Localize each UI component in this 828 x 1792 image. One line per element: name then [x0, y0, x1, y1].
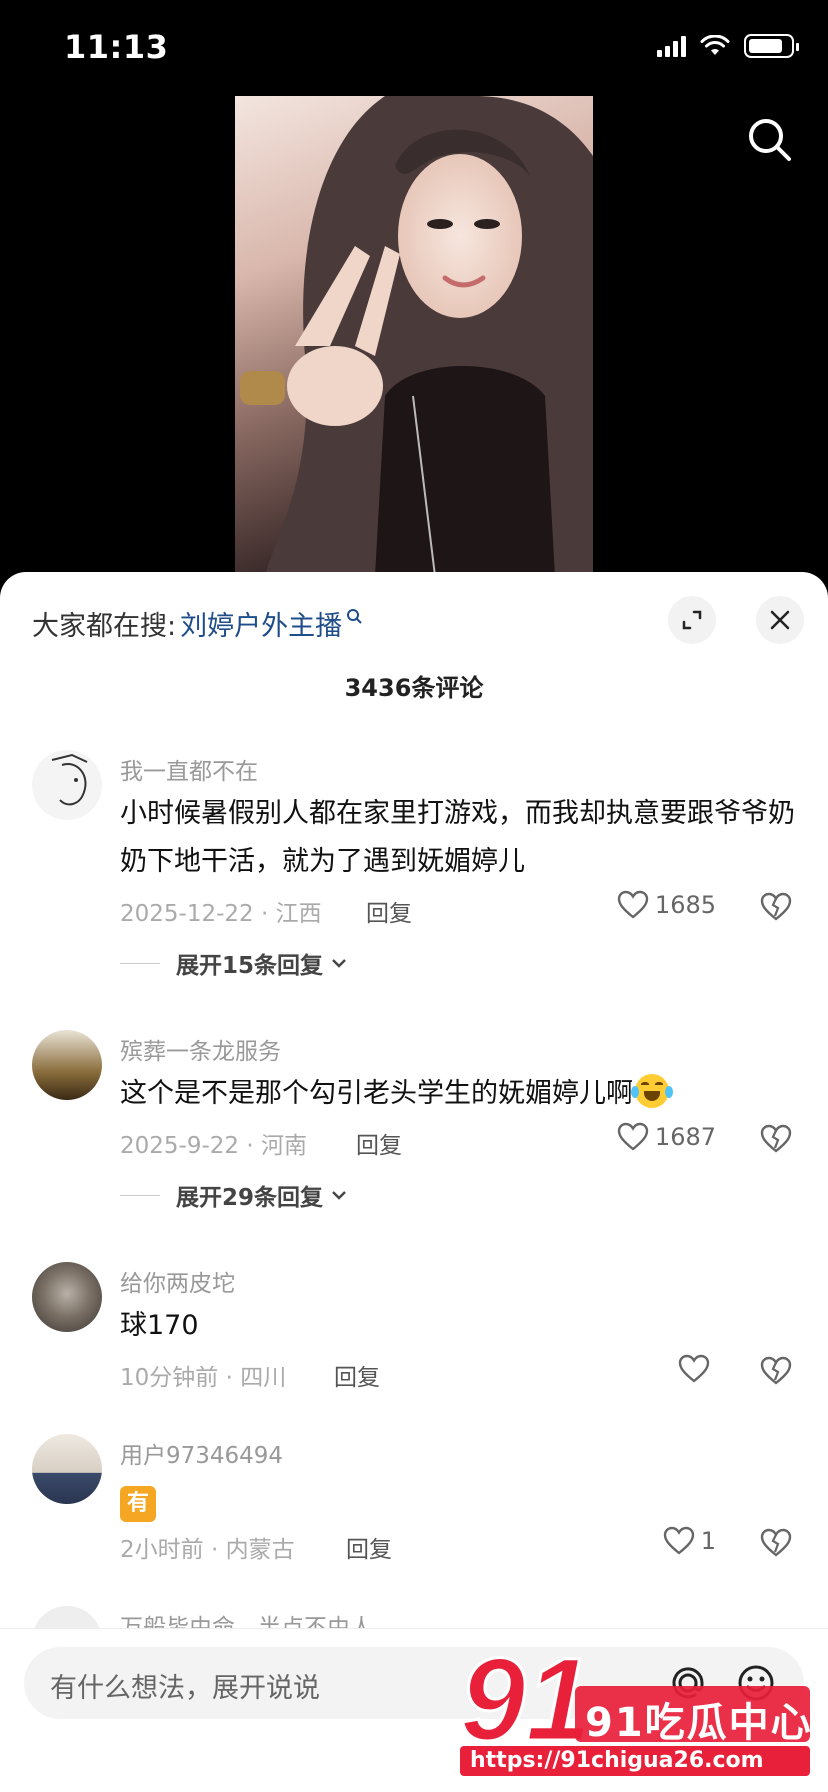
comment-input-placeholder: 有什么想法，展开说说 — [50, 1673, 320, 1704]
comment-meta: 2025-9-22 · 河南 — [120, 1133, 307, 1159]
chevron-down-icon — [332, 1191, 346, 1200]
heart-icon — [663, 1526, 694, 1555]
broken-heart-icon — [760, 1528, 792, 1557]
broken-heart-icon — [760, 1124, 792, 1153]
wifi-icon — [700, 35, 730, 55]
divider — [120, 962, 160, 964]
comment-text: 球170 — [120, 1310, 199, 1341]
at-icon[interactable] — [668, 1663, 708, 1703]
comment-meta: 2小时前 · 内蒙古 — [120, 1537, 295, 1563]
comment-username[interactable]: 用户97346494 — [120, 1436, 283, 1470]
divider — [120, 1194, 160, 1196]
comment-meta: 2025-12-22 · 江西 — [120, 901, 322, 927]
comment-item: 用户97346494 有 2小时前 · 内蒙古 回复 1 — [0, 1434, 828, 1564]
like-count: 1 — [700, 1527, 716, 1555]
like-button[interactable]: 1 — [663, 1526, 716, 1556]
expand-button[interactable] — [668, 596, 716, 644]
like-count: 1687 — [654, 1123, 716, 1151]
emoji-icon[interactable] — [736, 1663, 776, 1703]
comment-text-content: 这个是不是那个勾引老头学生的妩媚婷儿啊 — [120, 1078, 633, 1109]
portrait-image — [240, 96, 593, 576]
broken-heart-icon — [760, 1356, 792, 1385]
expand-icon — [682, 610, 702, 630]
expand-replies-label: 展开29条回复 — [176, 1185, 324, 1211]
expand-replies-button[interactable]: 展开29条回复 — [120, 1178, 349, 1212]
reply-button[interactable]: 回复 — [346, 1530, 392, 1564]
like-button[interactable]: 1687 — [617, 1122, 716, 1152]
expand-replies-button[interactable]: 展开15条回复 — [120, 946, 349, 980]
hot-search-term[interactable]: 刘婷户外主播 — [180, 604, 342, 643]
comment-text: 这个是不是那个勾引老头学生的妩媚婷儿啊 — [120, 1070, 800, 1118]
avatar[interactable] — [32, 750, 102, 820]
video-thumbnail[interactable] — [235, 96, 593, 576]
heart-icon — [617, 1122, 649, 1151]
comment-count: 3436条评论 — [344, 674, 484, 702]
search-button[interactable] — [744, 114, 796, 166]
chevron-down-icon — [332, 959, 346, 968]
comment-sheet: 大家都在搜: 刘婷户外主播 3436条评论 我一直都不在 小时候暑假别人都在家里… — [0, 572, 828, 1792]
avatar[interactable] — [32, 1030, 102, 1100]
dislike-button[interactable] — [760, 892, 792, 926]
comment-text: 有 — [120, 1478, 800, 1526]
status-bar: 11:13 — [0, 0, 828, 96]
dislike-button[interactable] — [760, 1528, 792, 1562]
expand-replies-label: 展开15条回复 — [176, 953, 324, 979]
like-button[interactable] — [678, 1354, 716, 1384]
dislike-button[interactable] — [760, 1356, 792, 1390]
video-area[interactable] — [0, 96, 828, 576]
heart-icon — [678, 1354, 710, 1383]
you-emoji-sticker: 有 — [120, 1486, 156, 1522]
dislike-button[interactable] — [760, 1124, 792, 1158]
close-button[interactable] — [756, 596, 804, 644]
heart-icon — [617, 890, 649, 919]
reply-button[interactable]: 回复 — [334, 1358, 380, 1392]
like-count: 1685 — [654, 891, 716, 919]
comment-username[interactable]: 给你两皮坨 — [120, 1264, 235, 1298]
cellular-signal-icon — [657, 35, 686, 57]
status-time: 11:13 — [64, 28, 169, 66]
broken-heart-icon — [760, 892, 792, 921]
status-icons — [657, 34, 799, 58]
comment-meta: 10分钟前 · 四川 — [120, 1365, 287, 1391]
small-search-icon — [347, 608, 362, 624]
reply-button[interactable]: 回复 — [356, 1126, 402, 1160]
hot-search[interactable]: 大家都在搜: 刘婷户外主播 — [32, 604, 362, 643]
search-icon — [749, 119, 791, 161]
avatar[interactable] — [32, 1262, 102, 1332]
comment-item: 殡葬一条龙服务 这个是不是那个勾引老头学生的妩媚婷儿啊 2025-9-22 · … — [0, 1030, 828, 1212]
close-icon — [770, 610, 790, 630]
like-button[interactable]: 1685 — [617, 890, 716, 920]
comment-username[interactable]: 我一直都不在 — [120, 752, 258, 786]
avatar[interactable] — [32, 1434, 102, 1504]
comment-input[interactable]: 有什么想法，展开说说 — [24, 1647, 804, 1719]
comment-input-bar: 有什么想法，展开说说 — [0, 1628, 828, 1792]
comment-item: 给你两皮坨 球170 10分钟前 · 四川 回复 — [0, 1262, 828, 1392]
comment-username[interactable]: 殡葬一条龙服务 — [120, 1032, 281, 1066]
laughing-crying-emoji — [631, 1074, 673, 1108]
battery-icon — [744, 34, 799, 58]
comment-text: 小时候暑假别人都在家里打游戏，而我却执意要跟爷爷奶奶下地干活，就为了遇到妩媚婷儿 — [120, 798, 795, 877]
comment-item: 我一直都不在 小时候暑假别人都在家里打游戏，而我却执意要跟爷爷奶奶下地干活，就为… — [0, 750, 828, 979]
reply-button[interactable]: 回复 — [366, 894, 412, 928]
hot-search-prefix: 大家都在搜: — [32, 611, 177, 642]
